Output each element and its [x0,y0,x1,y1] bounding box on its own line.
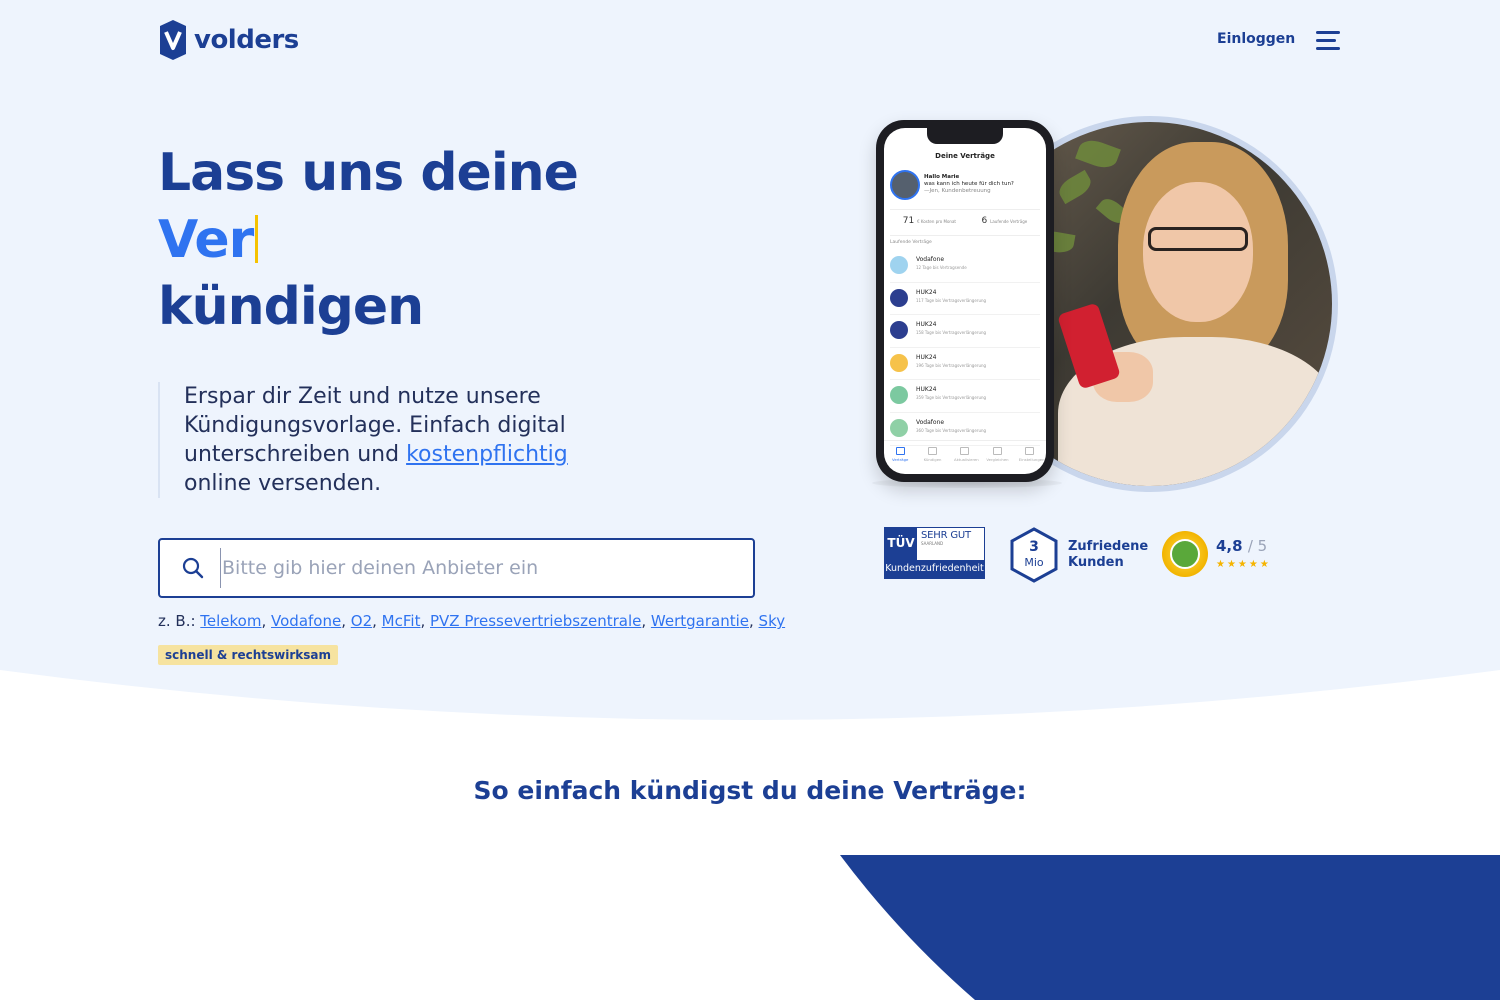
contract-row: HUK24 117 Tage bis Vertragsverlängerung [890,283,1040,316]
contract-name: Vodafone [916,256,945,263]
provider-examples: z. B.: Telekom, Vodafone, O2, McFit, PVZ… [158,612,786,630]
contract-row: Vodafone 12 Tage bis Vertragsende [890,250,1040,283]
contract-sub: 359 Tage bis Vertragsverlängerung [916,395,987,401]
screen-tab: Verträge [889,447,911,462]
contract-row: HUK24 158 Tage bis Vertragsverlängerung [890,315,1040,348]
customers-label-2: Kunden [1068,555,1124,570]
customers-label: Zufriedene Kunden [1068,539,1148,571]
contract-icon [890,353,908,372]
stat-cost-label: € Kosten pro Monat [917,219,956,224]
contract-name: HUK24 [916,288,937,296]
customers-number: 3 [1029,539,1039,555]
screen-tab: Vergleichen [986,447,1009,462]
contract-sub: 360 Tage bis Vertragsverlängerung [916,427,987,433]
tuv-logo: TÜV [885,528,917,560]
contract-sub: 158 Tage bis Vertragsverlängerung [916,330,987,336]
contract-sub: 117 Tage bis Vertragsverlängerung [916,297,987,303]
lead-text-end: online versenden. [184,471,382,496]
greeting-sign: —Jen, Kundenbetreuung [924,188,991,194]
contract-row: HUK24 359 Tage bis Vertragsverlängerung [890,380,1040,413]
contract-name: Vodafone [916,418,945,426]
examples-prefix: z. B.: [158,612,201,630]
customers-hexagon-icon [1010,527,1058,583]
login-link[interactable]: Einloggen [1217,31,1295,47]
volders-logo[interactable]: volders [158,20,299,60]
rating-score: 4,8 / 5 [1216,537,1267,555]
hamburger-icon[interactable] [1316,31,1340,51]
hero-lead-text: Erspar dir Zeit und nutze unsere Kündigu… [158,382,588,498]
screen-title: Deine Verträge [935,152,995,160]
screen-section-label: Laufende Verträge [890,240,932,245]
example-o2[interactable]: O2 [351,612,372,630]
contract-name: HUK24 [916,353,937,361]
provider-search-box[interactable] [158,538,755,598]
contract-row: HUK24 196 Tage bis Vertragsverlängerung [890,348,1040,381]
provider-search-input[interactable] [220,548,753,588]
contract-icon [890,256,908,274]
phone-mockup: Deine Verträge Hallo Marie was kann ich … [876,120,1054,482]
rating-stars: ★★★★★ [1216,559,1271,570]
example-vodafone[interactable]: Vodafone [271,612,341,630]
hero-wave-divider [0,670,1500,750]
volders-logo-icon [160,20,186,60]
rating-of: / 5 [1247,537,1268,555]
decorative-blue-shape [840,855,1500,1000]
stat-count: 6 [981,216,988,226]
example-mcfit[interactable]: McFit [382,612,421,630]
screen-stats: 71 € Kosten pro Monat 6 Laufende Verträg… [890,216,1040,236]
stat-cost: 71 [902,216,915,226]
kostenpflichtig-link[interactable]: kostenpflichtig [406,442,568,467]
tuv-seal: TÜV SEHR GUT SAARLAND Kundenzufriedenhei… [884,527,985,579]
greeting-text: was kann ich heute für dich tun? [924,181,1014,187]
headline-typed-text: Ver [158,210,254,270]
tuv-grade: SEHR GUT [921,530,971,541]
example-pvz[interactable]: PVZ Pressevertriebszentrale [430,612,641,630]
contract-icon [890,321,908,340]
contract-name: HUK24 [916,386,937,394]
logo-wordmark: volders [194,25,299,55]
typing-caret [255,215,259,263]
contract-name: HUK24 [916,321,937,329]
contract-icon [890,386,908,405]
example-wertgarantie[interactable]: Wertgarantie [651,612,749,630]
phone-screen: Deine Verträge Hallo Marie was kann ich … [884,128,1046,474]
screen-contract-list: Vodafone 12 Tage bis Vertragsende HUK24 117… [890,250,1040,446]
stat-count-label: Laufende Verträge [990,219,1028,224]
customers-label-1: Zufriedene [1068,539,1149,554]
headline-line-3: kündigen [158,277,424,337]
customers-unit: Mio [1024,556,1044,569]
rating-seal-icon [1162,531,1208,577]
contract-sub: 196 Tage bis Vertragsverlängerung [916,362,987,368]
search-icon [182,557,204,579]
contract-icon [890,288,908,307]
screen-greeting: Hallo Marie was kann ich heute für dich … [890,170,1040,210]
screen-tab-bar: Verträge Kündigen Aktualisieren Vergleichen… [884,440,1046,474]
example-telekom[interactable]: Telekom [200,612,261,630]
speed-badge: schnell & rechtswirksam [158,645,338,665]
example-sky[interactable]: Sky [759,612,786,630]
rating-value: 4,8 [1216,537,1243,555]
how-it-works-title: So einfach kündigst du deine Verträge: [473,776,1027,805]
tuv-label: Kundenzufriedenheit [885,560,984,578]
tuv-region: SAARLAND [921,541,944,546]
screen-tab: Einstellungen [1019,447,1045,462]
contract-sub: 12 Tage bis Vertragsende [916,265,967,270]
greeting-name: Hallo Marie [924,174,960,180]
headline-line-1: Lass uns deine [158,143,579,203]
contract-icon [890,418,908,437]
hero-headline: Lass uns deine Ver kündigen [158,140,758,341]
screen-tab: Kündigen [922,447,944,462]
avatar [890,170,920,200]
screen-tab: Aktualisieren [954,447,979,462]
